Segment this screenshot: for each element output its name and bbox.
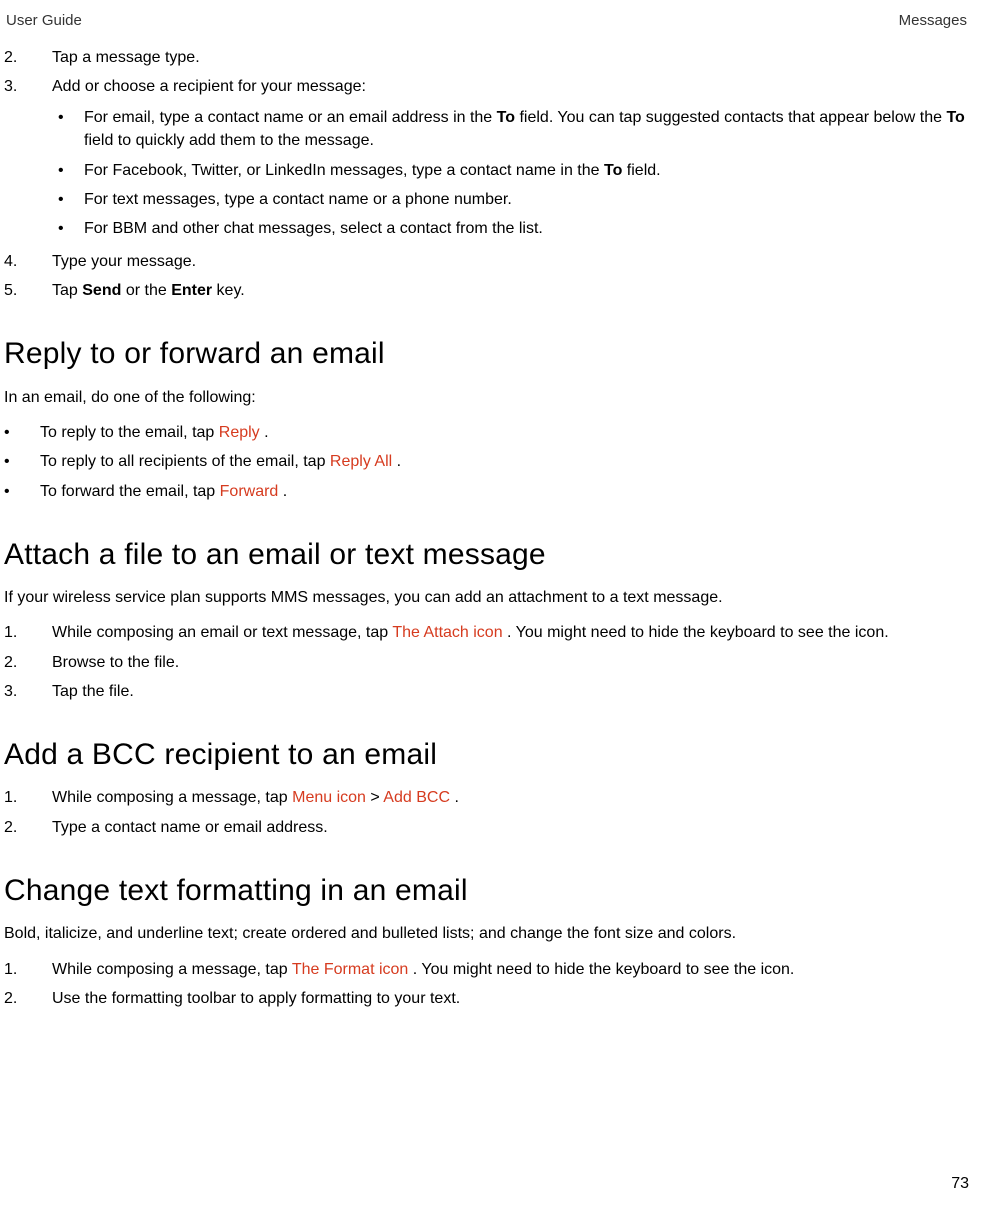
- bcc-step-1: While composing a message, tap Menu icon…: [4, 786, 969, 809]
- bcc-step-2: Type a contact name or email address.: [4, 816, 969, 839]
- attach-lead: If your wireless service plan supports M…: [4, 586, 969, 609]
- enter-label: Enter: [171, 282, 212, 299]
- step-4: Type your message.: [4, 250, 969, 273]
- page-header: User Guide Messages: [4, 10, 969, 40]
- format-steps: While composing a message, tap The Forma…: [4, 958, 969, 1010]
- add-bcc-icon: Add BCC: [383, 789, 454, 806]
- sub-email: For email, type a contact name or an ema…: [52, 106, 969, 152]
- breadcrumb-separator: >: [370, 789, 383, 806]
- header-left: User Guide: [6, 10, 82, 32]
- step-2: Tap a message type.: [4, 46, 969, 69]
- format-step-1: While composing a message, tap The Forma…: [4, 958, 969, 981]
- intro-steps: Tap a message type. Add or choose a reci…: [4, 46, 969, 303]
- step-3: Add or choose a recipient for your messa…: [4, 75, 969, 240]
- heading-attach: Attach a file to an email or text messag…: [4, 533, 969, 577]
- reply-all-icon: Reply All: [330, 453, 397, 470]
- menu-icon: Menu icon: [292, 789, 370, 806]
- step-3-sub: For email, type a contact name or an ema…: [52, 106, 969, 240]
- attach-step-3: Tap the file.: [4, 680, 969, 703]
- format-lead: Bold, italicize, and underline text; cre…: [4, 922, 969, 945]
- reply-icon: Reply: [219, 424, 264, 441]
- to-field-label: To: [946, 109, 964, 126]
- attach-step-2: Browse to the file.: [4, 651, 969, 674]
- attach-icon: The Attach icon: [392, 624, 507, 641]
- step-3-text: Add or choose a recipient for your messa…: [52, 78, 366, 95]
- reply-bullets: To reply to the email, tap Reply . To re…: [4, 421, 969, 503]
- sub-text: For text messages, type a contact name o…: [52, 188, 969, 211]
- heading-bcc: Add a BCC recipient to an email: [4, 733, 969, 777]
- forward-item: To forward the email, tap Forward .: [4, 480, 969, 503]
- to-field-label: To: [604, 162, 622, 179]
- reply-item: To reply to the email, tap Reply .: [4, 421, 969, 444]
- to-field-label: To: [497, 109, 515, 126]
- step-5: Tap Send or the Enter key.: [4, 279, 969, 302]
- header-right: Messages: [899, 10, 967, 32]
- reply-lead: In an email, do one of the following:: [4, 386, 969, 409]
- page-number: 73: [951, 1172, 969, 1195]
- heading-format: Change text formatting in an email: [4, 869, 969, 913]
- send-label: Send: [82, 282, 121, 299]
- heading-reply-forward: Reply to or forward an email: [4, 332, 969, 376]
- format-icon: The Format icon: [292, 961, 413, 978]
- forward-icon: Forward: [220, 483, 283, 500]
- format-step-2: Use the formatting toolbar to apply form…: [4, 987, 969, 1010]
- attach-step-1: While composing an email or text message…: [4, 621, 969, 644]
- attach-steps: While composing an email or text message…: [4, 621, 969, 703]
- sub-bbm: For BBM and other chat messages, select …: [52, 217, 969, 240]
- reply-all-item: To reply to all recipients of the email,…: [4, 450, 969, 473]
- sub-social: For Facebook, Twitter, or LinkedIn messa…: [52, 159, 969, 182]
- bcc-steps: While composing a message, tap Menu icon…: [4, 786, 969, 838]
